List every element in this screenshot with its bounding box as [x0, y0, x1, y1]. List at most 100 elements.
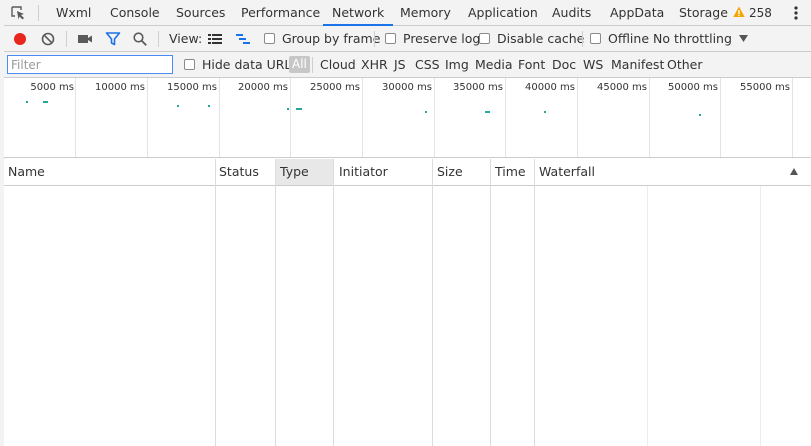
requests-table-header: Name Status Type Initiator Size Time Wat… [4, 159, 811, 186]
offline-checkbox[interactable] [590, 33, 601, 44]
column-header-time[interactable]: Time [491, 159, 535, 185]
hide-data-urls-checkbox[interactable] [184, 59, 195, 70]
overview-request-mark [208, 105, 210, 107]
column-divider [534, 159, 535, 446]
filter-type-img[interactable]: Img [445, 52, 469, 77]
filter-icon[interactable] [105, 31, 121, 47]
overview-divider [290, 78, 291, 157]
overview-request-mark [425, 111, 427, 113]
overview-tick-label: 55000 ms [740, 82, 790, 93]
overview-request-mark [699, 114, 701, 116]
record-icon[interactable] [12, 31, 28, 47]
tab-memory[interactable]: Memory [400, 0, 451, 25]
tab-wxml[interactable]: Wxml [56, 0, 91, 25]
filter-type-doc[interactable]: Doc [552, 52, 576, 77]
devtools-tab-bar: Wxml Console Sources Performance Network… [4, 0, 811, 26]
network-toolbar: View: Group by frame Preserve log Disabl… [4, 26, 811, 52]
hide-data-urls-label: Hide data URLs [202, 57, 298, 72]
column-divider [275, 159, 276, 446]
filter-type-xhr[interactable]: XHR [361, 52, 388, 77]
overview-request-mark [287, 108, 289, 110]
group-by-frame-label: Group by frame [282, 31, 381, 46]
search-icon[interactable] [132, 31, 148, 47]
toolbar-separator [66, 31, 67, 47]
toolbar-separator [158, 31, 159, 47]
column-header-waterfall[interactable]: Waterfall [535, 159, 781, 185]
filter-type-ws[interactable]: WS [583, 52, 603, 77]
preserve-log-label: Preserve log [403, 31, 481, 46]
overview-request-mark [26, 101, 28, 103]
overview-tick-label: 45000 ms [597, 82, 647, 93]
overview-request-mark [296, 108, 302, 110]
large-rows-icon[interactable] [207, 31, 223, 47]
throttling-select[interactable]: No throttling [653, 26, 732, 51]
toolbar-separator [374, 31, 375, 47]
chevron-down-icon[interactable] [739, 35, 748, 42]
tab-bar-separator [38, 5, 39, 21]
filter-type-js[interactable]: JS [394, 52, 406, 77]
toolbar-separator [582, 31, 583, 47]
capture-screenshots-icon[interactable] [77, 31, 93, 47]
tab-sources[interactable]: Sources [176, 0, 225, 25]
column-divider [215, 159, 216, 446]
tab-performance[interactable]: Performance [241, 0, 320, 25]
overview-tick-label: 5000 ms [30, 82, 74, 93]
column-header-name[interactable]: Name [4, 159, 215, 185]
inspect-element-icon[interactable] [10, 5, 26, 21]
column-header-initiator[interactable]: Initiator [335, 159, 432, 185]
filter-bar: Hide data URLs All Cloud XHR JS CSS Img … [4, 52, 811, 78]
filter-input[interactable] [7, 55, 173, 74]
overview-request-mark [544, 111, 546, 113]
overview-divider [792, 78, 793, 157]
column-header-status[interactable]: Status [215, 159, 275, 185]
network-overview-timeline[interactable]: 5000 ms 10000 ms 15000 ms 20000 ms 25000… [4, 78, 811, 158]
column-divider [490, 159, 491, 446]
overview-divider [577, 78, 578, 157]
column-header-type[interactable]: Type [276, 159, 333, 185]
overview-tick-label: 25000 ms [310, 82, 360, 93]
overview-request-mark [485, 111, 490, 113]
overview-divider [362, 78, 363, 157]
disable-cache-checkbox[interactable] [479, 33, 490, 44]
overview-divider [505, 78, 506, 157]
overview-tick-label: 35000 ms [453, 82, 503, 93]
group-by-frame-checkbox[interactable] [264, 33, 275, 44]
clear-icon[interactable] [40, 31, 56, 47]
filter-type-all[interactable]: All [289, 56, 310, 73]
filter-type-media[interactable]: Media [475, 52, 513, 77]
filter-separator [312, 57, 313, 73]
overview-divider [75, 78, 76, 157]
tab-application[interactable]: Application [468, 0, 538, 25]
tab-console[interactable]: Console [110, 0, 160, 25]
tab-network[interactable]: Network [322, 0, 394, 26]
overview-tick-label: 30000 ms [382, 82, 432, 93]
overview-tick-label: 40000 ms [525, 82, 575, 93]
disable-cache-label: Disable cache [497, 31, 585, 46]
requests-table: Name Status Type Initiator Size Time Wat… [4, 159, 811, 446]
filter-type-css[interactable]: CSS [415, 52, 440, 77]
sort-ascending-icon[interactable] [790, 168, 798, 175]
waterfall-gridline [760, 186, 761, 446]
tab-appdata[interactable]: AppData [610, 0, 664, 25]
overview-divider [720, 78, 721, 157]
filter-type-cloud[interactable]: Cloud [320, 52, 356, 77]
column-divider [333, 159, 334, 446]
more-options-icon[interactable] [791, 4, 801, 22]
column-divider [432, 159, 433, 446]
waterfall-overview-icon[interactable] [235, 31, 251, 47]
filter-type-font[interactable]: Font [518, 52, 545, 77]
filter-type-manifest[interactable]: Manifest [611, 52, 664, 77]
overview-tick-label: 20000 ms [238, 82, 288, 93]
overview-request-mark [43, 101, 48, 103]
column-header-size[interactable]: Size [433, 159, 491, 185]
offline-label: Offline [608, 31, 650, 46]
preserve-log-checkbox[interactable] [385, 33, 396, 44]
warning-icon [733, 6, 745, 17]
overview-tick-label: 10000 ms [95, 82, 145, 93]
overview-request-mark [177, 105, 179, 107]
tab-audits[interactable]: Audits [552, 0, 591, 25]
overview-tick-label: 50000 ms [668, 82, 718, 93]
view-label: View: [169, 31, 203, 46]
tab-storage[interactable]: Storage [679, 0, 728, 25]
filter-type-other[interactable]: Other [667, 52, 703, 77]
